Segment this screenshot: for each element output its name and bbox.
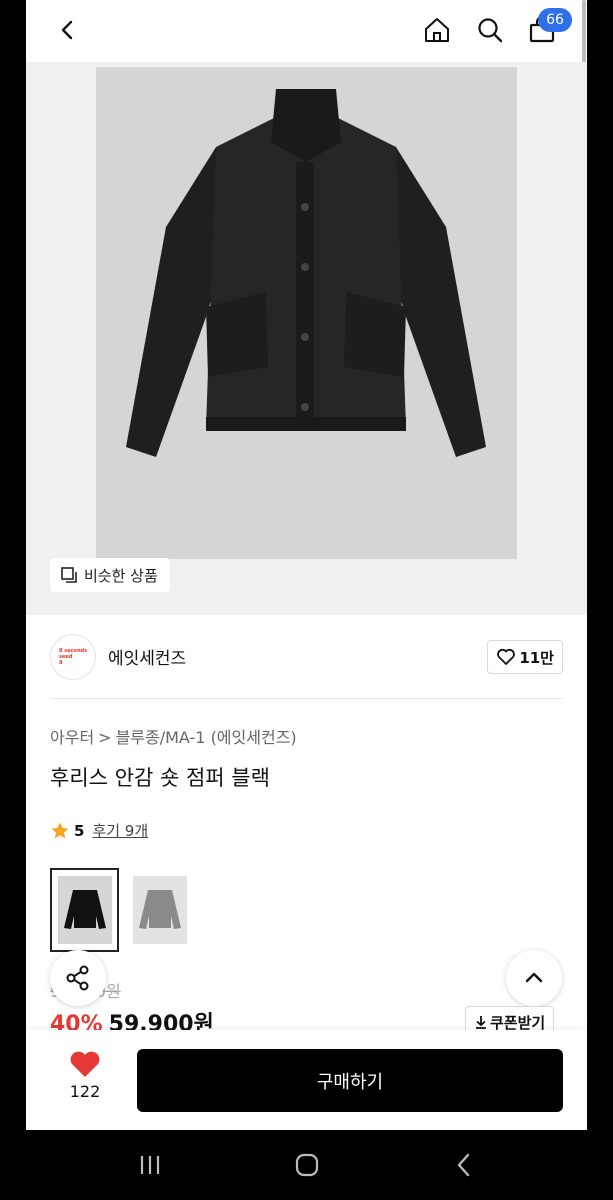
breadcrumb-subcategory[interactable]: 블루종/MA-1 (에잇세컨즈) — [116, 728, 297, 747]
download-icon — [476, 1016, 486, 1029]
home-icon — [425, 18, 449, 42]
brand-logo-text: 8 — [59, 660, 63, 666]
system-home-button[interactable] — [287, 1148, 327, 1182]
breadcrumb-separator: > — [98, 728, 112, 747]
similar-products-label: 비슷한 상품 — [84, 566, 158, 585]
system-nav-bar — [0, 1130, 613, 1200]
rating-row: 5 후기 9개 — [50, 820, 148, 841]
system-back-icon — [457, 1153, 470, 1177]
thumbnail-jacket-image — [132, 876, 187, 944]
recent-apps-button[interactable] — [130, 1148, 170, 1182]
rating-score: 5 — [74, 821, 85, 840]
breadcrumb: 아우터 > 블루종/MA-1 (에잇세컨즈) — [50, 724, 297, 748]
chevron-up-icon — [525, 972, 543, 983]
brand-logo[interactable]: 8 seconds seed 8 — [50, 634, 96, 680]
star-icon — [51, 822, 69, 838]
recent-apps-icon — [140, 1156, 160, 1174]
product-photo[interactable] — [96, 67, 517, 559]
share-icon — [66, 965, 89, 991]
wish-count: 122 — [69, 1082, 101, 1101]
share-button[interactable] — [50, 950, 106, 1006]
breadcrumb-category[interactable]: 아우터 — [50, 728, 94, 747]
wish-button[interactable]: 122 — [50, 1050, 120, 1101]
brand-name[interactable]: 에잇세컨즈 — [108, 644, 186, 669]
system-back-button[interactable] — [444, 1148, 484, 1182]
thumbnail-jacket-image — [57, 876, 112, 944]
search-icon — [478, 18, 503, 43]
thumbnail-gray[interactable] — [125, 868, 194, 952]
heart-filled-icon — [70, 1051, 100, 1077]
brand-like-button[interactable]: 11만 — [487, 640, 563, 674]
product-image-area[interactable]: 비슷한 상품 — [26, 62, 587, 615]
similar-products-button[interactable]: 비슷한 상품 — [50, 558, 170, 592]
reviews-link[interactable]: 후기 9개 — [92, 820, 148, 841]
product-title: 후리스 안감 숏 점퍼 블랙 — [50, 766, 270, 790]
back-button[interactable] — [50, 12, 86, 48]
purchase-bar: 122 구매하기 — [26, 1030, 587, 1130]
thumbnail-image — [132, 876, 187, 944]
phone-frame: 66 비슷한 상품 8 seconds seed 8 에잇세컨즈 11만 아우터… — [0, 0, 613, 1200]
jacket-image — [96, 67, 517, 559]
scroll-top-button[interactable] — [506, 950, 562, 1006]
copy-icon — [61, 567, 77, 583]
divider — [50, 698, 563, 699]
heart-outline-icon — [497, 648, 516, 665]
app-screen: 66 비슷한 상품 8 seconds seed 8 에잇세컨즈 11만 아우터… — [26, 0, 587, 1130]
back-arrow-icon — [61, 20, 73, 40]
home-circle-icon — [295, 1153, 319, 1177]
brand-row[interactable]: 8 seconds seed 8 에잇세컨즈 11만 — [50, 632, 563, 684]
thumbnail-black[interactable] — [50, 868, 119, 952]
buy-button[interactable]: 구매하기 — [137, 1049, 563, 1112]
home-button[interactable] — [419, 12, 455, 48]
cart-count-badge: 66 — [538, 8, 572, 32]
thumbnail-image — [57, 876, 112, 944]
color-thumbnails — [50, 868, 194, 952]
brand-like-count: 11만 — [519, 648, 554, 667]
search-button[interactable] — [472, 12, 508, 48]
top-header: 66 — [26, 0, 587, 62]
